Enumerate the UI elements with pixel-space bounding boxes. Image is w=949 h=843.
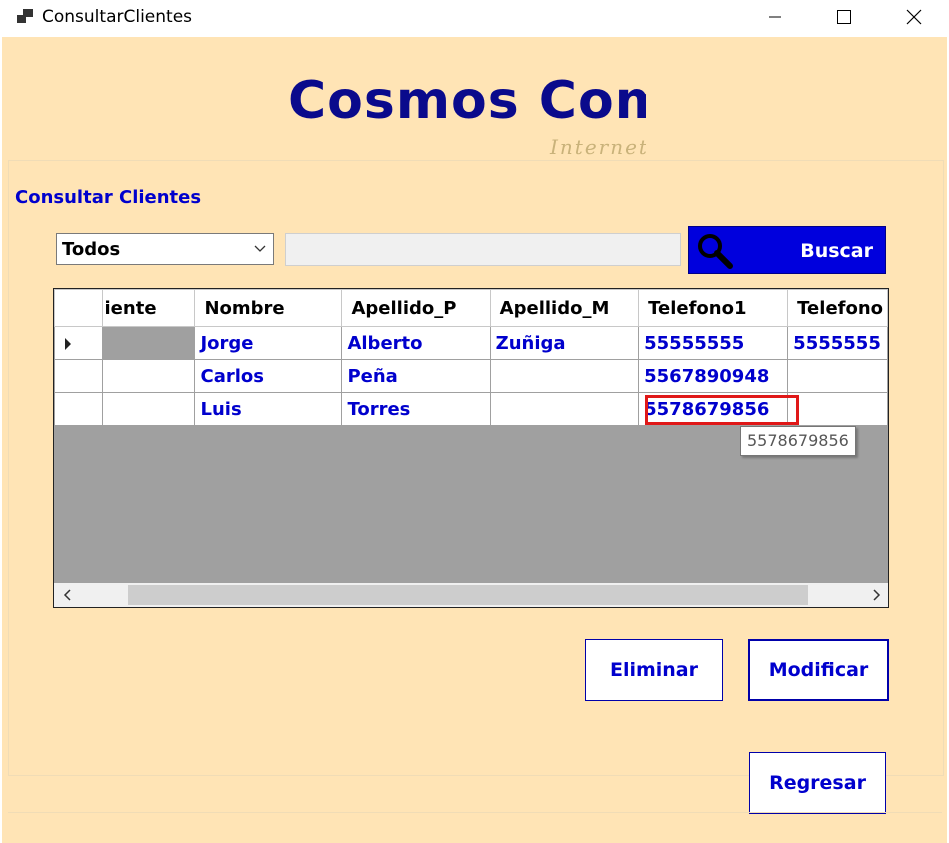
column-header[interactable]: Apellido_M xyxy=(489,289,640,327)
table-cell[interactable] xyxy=(489,392,640,426)
table-row[interactable]: Jorge Alberto Zuñiga 55555555 5555555 xyxy=(54,326,888,360)
current-row-arrow-icon xyxy=(65,338,71,350)
logo-main-text: Cosmos Com xyxy=(288,71,646,131)
buscar-button[interactable]: Buscar xyxy=(688,226,886,274)
eliminar-button[interactable]: Eliminar xyxy=(585,639,723,701)
group-title: Consultar Clientes xyxy=(15,187,206,208)
table-row[interactable]: Carlos Peña 5567890948 xyxy=(54,359,888,393)
table-cell[interactable] xyxy=(787,392,888,426)
table-cell[interactable]: Alberto xyxy=(341,326,491,360)
table-cell-id[interactable] xyxy=(101,392,196,426)
column-header[interactable]: iente xyxy=(101,289,196,327)
table-cell-id[interactable] xyxy=(101,326,196,360)
minimize-button[interactable] xyxy=(752,0,798,33)
window-title: ConsultarClientes xyxy=(42,7,193,27)
modificar-button[interactable]: Modificar xyxy=(748,639,889,701)
column-header[interactable]: Telefono1 xyxy=(638,289,789,327)
divider xyxy=(8,812,942,813)
column-header[interactable]: Telefono xyxy=(787,289,888,327)
filter-selected-value: Todos xyxy=(62,239,121,260)
horizontal-scrollbar[interactable] xyxy=(54,583,888,607)
minimize-icon xyxy=(769,16,781,17)
scrollbar-thumb[interactable] xyxy=(128,585,808,605)
table-cell[interactable]: Torres xyxy=(341,392,491,426)
maximize-icon xyxy=(837,9,851,24)
table-cell-id[interactable] xyxy=(101,359,196,393)
logo-sub-text: Internet xyxy=(549,135,646,159)
row-header[interactable] xyxy=(54,326,103,360)
table-cell[interactable]: 5555555 xyxy=(787,326,888,360)
cosmos-com-logo: Cosmos Com Internet xyxy=(288,71,646,159)
close-icon xyxy=(906,9,922,24)
header-row: iente Nombre Apellido_P Apellido_M Telef… xyxy=(54,289,888,327)
buscar-label: Buscar xyxy=(800,240,873,262)
table-cell[interactable]: 55555555 xyxy=(638,326,789,360)
cell-highlight-box xyxy=(645,395,799,425)
scroll-right-icon[interactable] xyxy=(866,583,886,607)
column-header[interactable]: Nombre xyxy=(194,289,343,327)
table-cell[interactable]: Peña xyxy=(341,359,491,393)
scroll-left-icon[interactable] xyxy=(58,583,78,607)
table-cell[interactable]: Zuñiga xyxy=(489,326,640,360)
title-bar: ConsultarClientes xyxy=(0,0,949,36)
table-cell[interactable]: Carlos xyxy=(194,359,343,393)
chevron-down-icon xyxy=(254,245,266,252)
filter-combobox[interactable]: Todos xyxy=(56,233,274,265)
app-icon xyxy=(17,9,33,23)
table-cell[interactable]: Luis xyxy=(194,392,343,426)
table-cell[interactable]: 5567890948 xyxy=(638,359,789,393)
corner-header xyxy=(54,289,103,327)
regresar-button[interactable]: Regresar xyxy=(749,752,886,814)
maximize-button[interactable] xyxy=(821,0,867,33)
column-header[interactable]: Apellido_P xyxy=(341,289,491,327)
magnifier-icon xyxy=(698,234,733,269)
search-input[interactable] xyxy=(285,233,681,266)
table-cell[interactable]: Jorge xyxy=(194,326,343,360)
table-cell[interactable] xyxy=(489,359,640,393)
row-header[interactable] xyxy=(54,392,103,426)
row-header[interactable] xyxy=(54,359,103,393)
close-button[interactable] xyxy=(891,0,937,33)
table-cell[interactable] xyxy=(787,359,888,393)
cell-tooltip: 5578679856 xyxy=(740,426,856,456)
